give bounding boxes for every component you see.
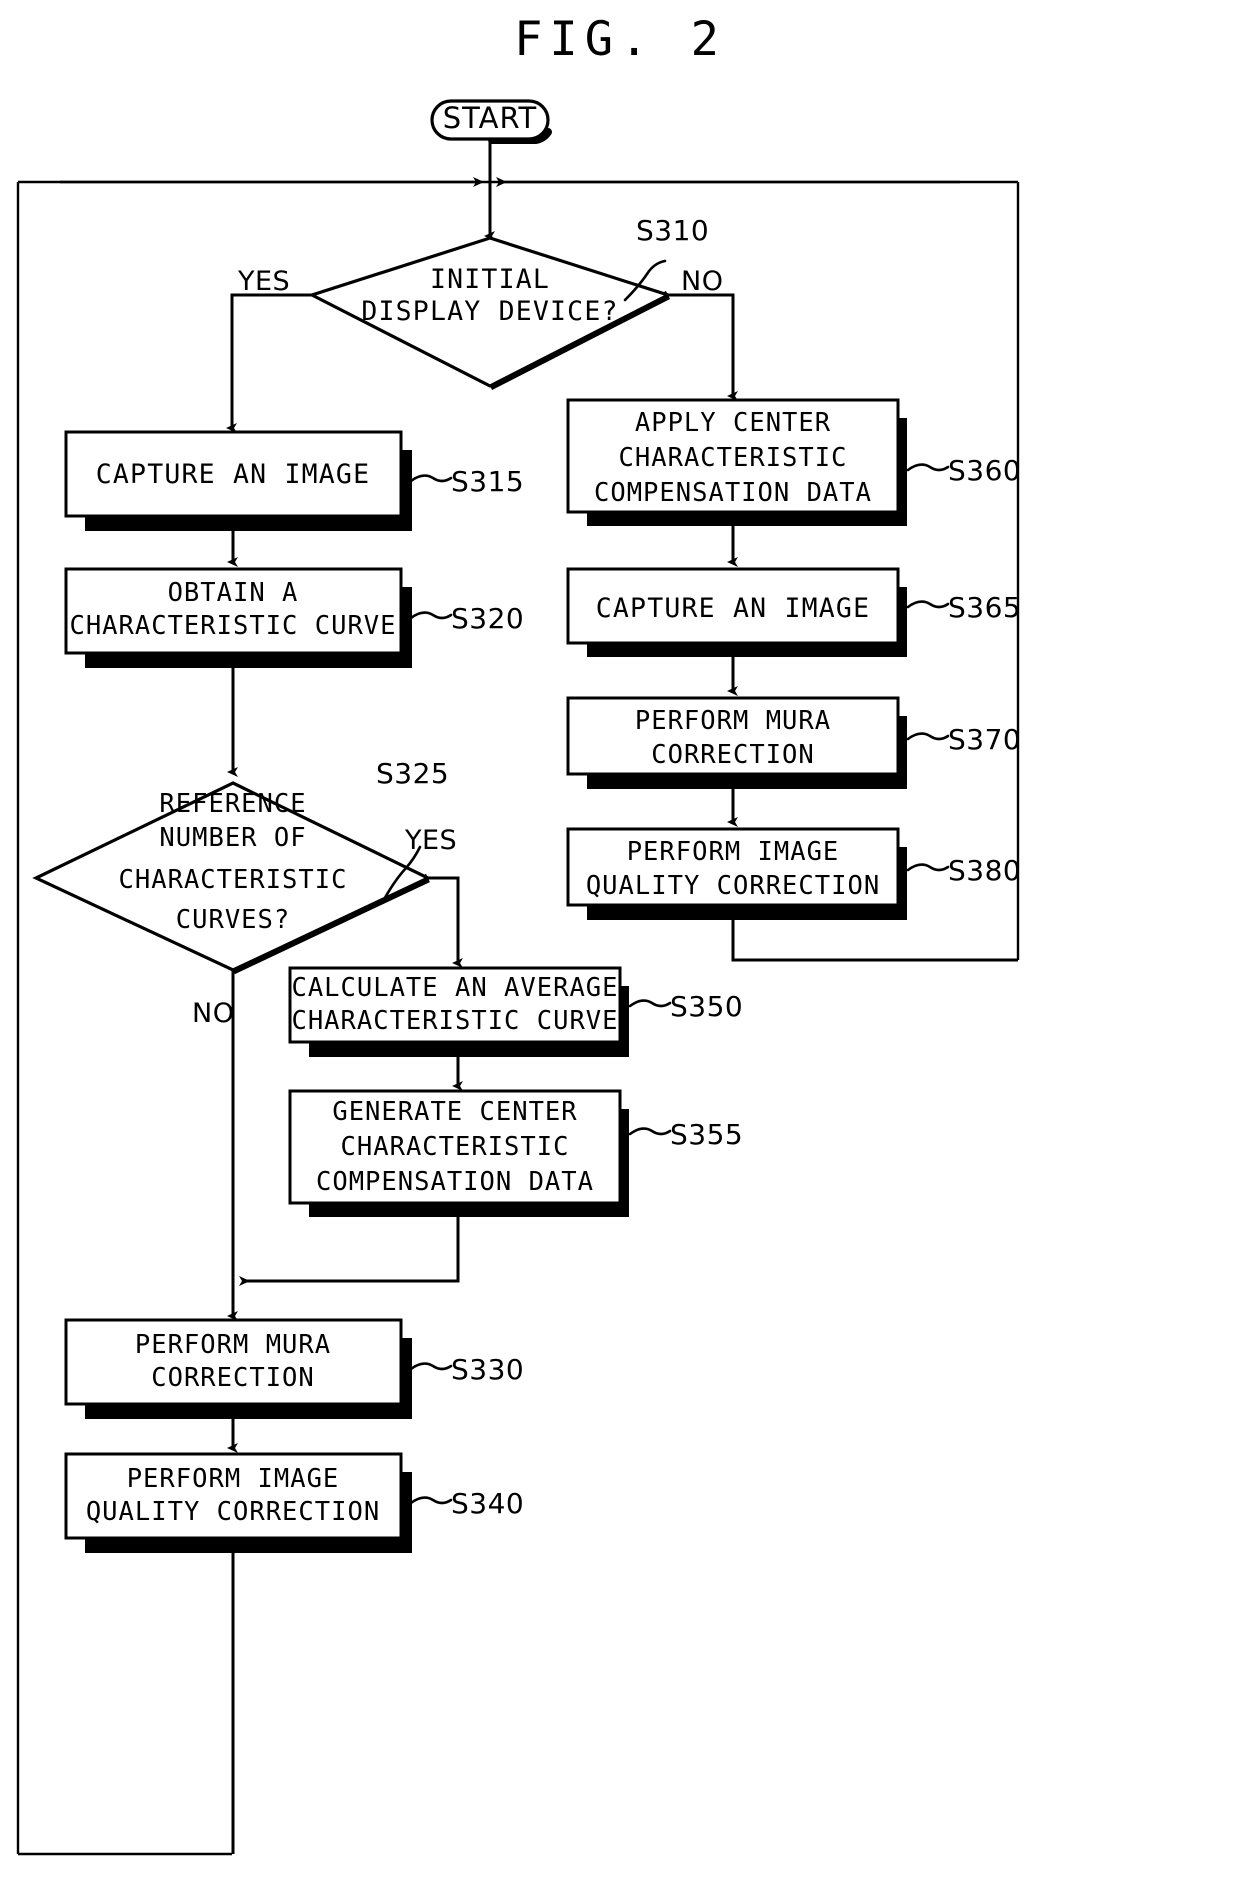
box-s360-line1: APPLY CENTER <box>635 408 831 438</box>
ref-s350-label: S350 <box>670 990 743 1023</box>
s310-yes-label: YES <box>237 266 290 297</box>
ref-s360-label: S360 <box>948 454 1021 487</box>
box-s370-line2: CORRECTION <box>651 740 815 770</box>
ref-s325-label: S325 <box>376 757 449 790</box>
box-s320-line1: OBTAIN A <box>168 578 299 608</box>
box-s370: PERFORM MURA CORRECTION <box>566 696 907 789</box>
flowchart-svg: FIG. 2 START INITIAL DISPLAY DEVICE? S31… <box>16 12 1021 1856</box>
ref-s360: S360 <box>906 454 1021 487</box>
box-s355-line1: GENERATE CENTER <box>332 1097 577 1127</box>
box-s330-line2: CORRECTION <box>151 1363 315 1393</box>
edge-s325-yes <box>428 876 463 968</box>
box-s315: CAPTURE AN IMAGE <box>64 430 412 531</box>
box-s380-line2: QUALITY CORRECTION <box>586 871 880 901</box>
ref-s355: S355 <box>628 1118 743 1151</box>
decision-s325-line2: NUMBER OF <box>159 823 306 853</box>
box-s320: OBTAIN A CHARACTERISTIC CURVE <box>64 567 412 668</box>
decision-s310: INITIAL DISPLAY DEVICE? <box>307 236 673 391</box>
edge-s310-no <box>668 293 738 401</box>
box-s380: PERFORM IMAGE QUALITY CORRECTION <box>566 827 907 920</box>
edge-s310-yes <box>226 293 312 433</box>
box-s355-line2: CHARACTERISTIC <box>341 1132 570 1162</box>
decision-s325: REFERENCE NUMBER OF CHARACTERISTIC CURVE… <box>32 781 432 975</box>
box-s340-line2: QUALITY CORRECTION <box>86 1497 380 1527</box>
s310-no-label: NO <box>681 266 723 297</box>
box-s355-line3: COMPENSATION DATA <box>316 1167 594 1197</box>
box-s350: CALCULATE AN AVERAGE CHARACTERISTIC CURV… <box>288 966 629 1057</box>
box-s340-line1: PERFORM IMAGE <box>127 1464 340 1494</box>
decision-s310-line1: INITIAL <box>430 264 550 295</box>
ref-s330-label: S330 <box>451 1353 524 1386</box>
box-s340: PERFORM IMAGE QUALITY CORRECTION <box>64 1452 412 1553</box>
ref-s315-label: S315 <box>451 465 524 498</box>
box-s360-line3: COMPENSATION DATA <box>594 478 872 508</box>
ref-s315: S315 <box>409 465 524 498</box>
figure-canvas: FIG. 2 START INITIAL DISPLAY DEVICE? S31… <box>0 0 1240 1878</box>
ref-s380-label: S380 <box>948 854 1021 887</box>
ref-s330: S330 <box>409 1353 524 1386</box>
ref-s370-label: S370 <box>948 723 1021 756</box>
s325-no-label: NO <box>192 998 234 1029</box>
s325-yes-label: YES <box>404 825 457 856</box>
decision-s310-line2: DISPLAY DEVICE? <box>361 296 618 327</box>
box-s350-line1: CALCULATE AN AVERAGE <box>291 973 618 1003</box>
ref-s370: S370 <box>906 723 1021 756</box>
box-s315-line1: CAPTURE AN IMAGE <box>96 459 370 490</box>
box-s360: APPLY CENTER CHARACTERISTIC COMPENSATION… <box>566 398 907 526</box>
ref-s310-label: S310 <box>636 214 709 247</box>
box-s320-line2: CHARACTERISTIC CURVE <box>69 611 396 641</box>
ref-s365-label: S365 <box>948 591 1021 624</box>
ref-s340-label: S340 <box>451 1487 524 1520</box>
ref-s320-label: S320 <box>451 602 524 635</box>
start-terminator: START <box>430 99 552 144</box>
box-s360-line2: CHARACTERISTIC <box>619 443 848 473</box>
ref-s355-label: S355 <box>670 1118 743 1151</box>
box-s380-line1: PERFORM IMAGE <box>627 837 840 867</box>
decision-s325-line3: CHARACTERISTIC <box>119 865 348 895</box>
decision-s325-line1: REFERENCE <box>159 789 306 819</box>
box-s350-line2: CHARACTERISTIC CURVE <box>291 1006 618 1036</box>
ref-s350: S350 <box>628 990 743 1023</box>
ref-s320: S320 <box>409 602 524 635</box>
ref-s380: S380 <box>906 854 1021 887</box>
ref-s340: S340 <box>409 1487 524 1520</box>
box-s355: GENERATE CENTER CHARACTERISTIC COMPENSAT… <box>288 1089 629 1217</box>
box-s370-line1: PERFORM MURA <box>635 706 831 736</box>
box-s330-line1: PERFORM MURA <box>135 1330 331 1360</box>
box-s330: PERFORM MURA CORRECTION <box>64 1318 412 1419</box>
box-s365-line1: CAPTURE AN IMAGE <box>596 593 870 624</box>
decision-s325-line4: CURVES? <box>176 905 290 935</box>
box-s365: CAPTURE AN IMAGE <box>566 567 907 657</box>
ref-s365: S365 <box>906 591 1021 624</box>
figure-title: FIG. 2 <box>514 12 726 67</box>
start-label: START <box>443 101 537 135</box>
